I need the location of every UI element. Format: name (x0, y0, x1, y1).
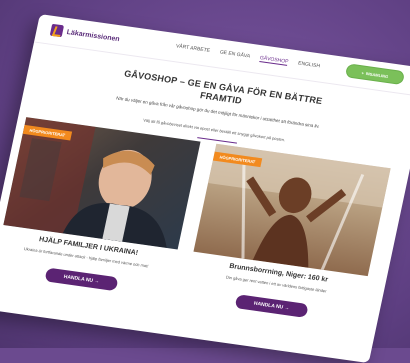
product-card-brunnsborrning[interactable]: HÖGPRIORITERAT Brunnsborrning, Niger: 16… (181, 143, 391, 335)
handla-nu-button[interactable]: HANDLA NU → (234, 294, 309, 318)
plus-icon: + (361, 69, 365, 76)
nav-item-gavoshop[interactable]: GÅVOSHOP (259, 55, 289, 66)
divider (197, 137, 238, 144)
logo-text: Läkarmissionen (66, 28, 121, 43)
tablet-screen: Läkarmissionen VÅRT ARBETE GE EN GÅVA GÅ… (0, 14, 410, 363)
nav-item-ge-en-gava[interactable]: GE EN GÅVA (219, 49, 250, 60)
insamling-label: INSAMLING (365, 70, 389, 79)
handla-nu-button[interactable]: HANDLA NU → (44, 267, 119, 292)
logo-icon (49, 23, 65, 38)
card-photo-water: HÖGPRIORITERAT (193, 143, 391, 277)
product-card-ukraina[interactable]: HÖGPRIORITERAT HJÄLP FAMILJER I UKRAINA!… (0, 117, 201, 308)
card-photo-boy: HÖGPRIORITERAT (3, 117, 201, 250)
site-logo[interactable]: Läkarmissionen (49, 23, 121, 45)
nav-item-vart-arbete[interactable]: VÅRT ARBETE (175, 43, 210, 55)
insamling-button[interactable]: + INSAMLING (344, 63, 406, 86)
nav-item-english[interactable]: ENGLISH (297, 60, 320, 70)
